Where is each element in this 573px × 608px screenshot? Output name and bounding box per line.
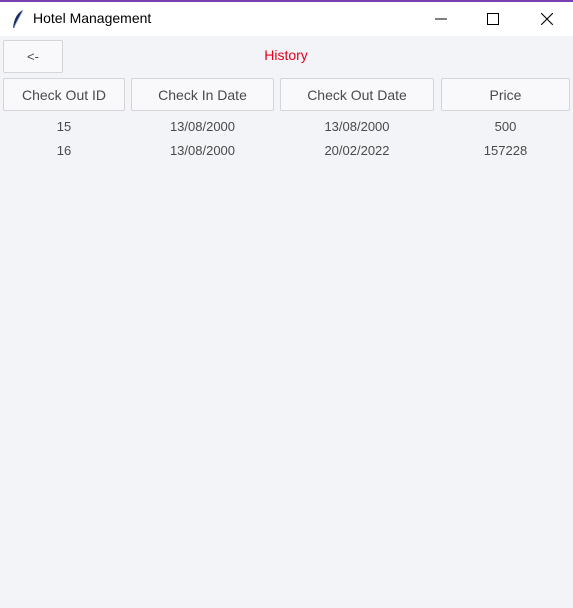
- table-cell-check-in-date: 13/08/2000: [169, 143, 236, 158]
- close-icon: [541, 13, 553, 25]
- table-cell-check-in-date: 13/08/2000: [169, 119, 236, 134]
- title-bar[interactable]: Hotel Management: [0, 2, 573, 36]
- page-title: History: [264, 47, 308, 63]
- minimize-icon: [435, 18, 447, 20]
- maximize-icon: [487, 13, 499, 25]
- table-cell-price: 157228: [483, 143, 528, 158]
- table-cell-price: 500: [494, 119, 517, 134]
- table-cell-check-out-date: 20/02/2022: [324, 143, 390, 158]
- column-header-price[interactable]: Price: [441, 78, 570, 111]
- close-button[interactable]: [521, 2, 573, 36]
- back-button[interactable]: <-: [3, 40, 63, 73]
- column-header-check-out-date[interactable]: Check Out Date: [280, 78, 434, 111]
- window-title: Hotel Management: [33, 10, 152, 26]
- table-cell-check-out-id: 15: [56, 119, 72, 134]
- table-cell-check-out-id: 16: [56, 143, 72, 158]
- minimize-button[interactable]: [415, 2, 467, 36]
- column-header-check-in-date[interactable]: Check In Date: [131, 78, 274, 111]
- feather-icon: [13, 9, 24, 29]
- maximize-button[interactable]: [467, 2, 519, 36]
- app-window: Hotel Management <- History Check Out ID…: [0, 0, 573, 608]
- column-header-check-out-id[interactable]: Check Out ID: [3, 78, 125, 111]
- table-cell-check-out-date: 13/08/2000: [324, 119, 390, 134]
